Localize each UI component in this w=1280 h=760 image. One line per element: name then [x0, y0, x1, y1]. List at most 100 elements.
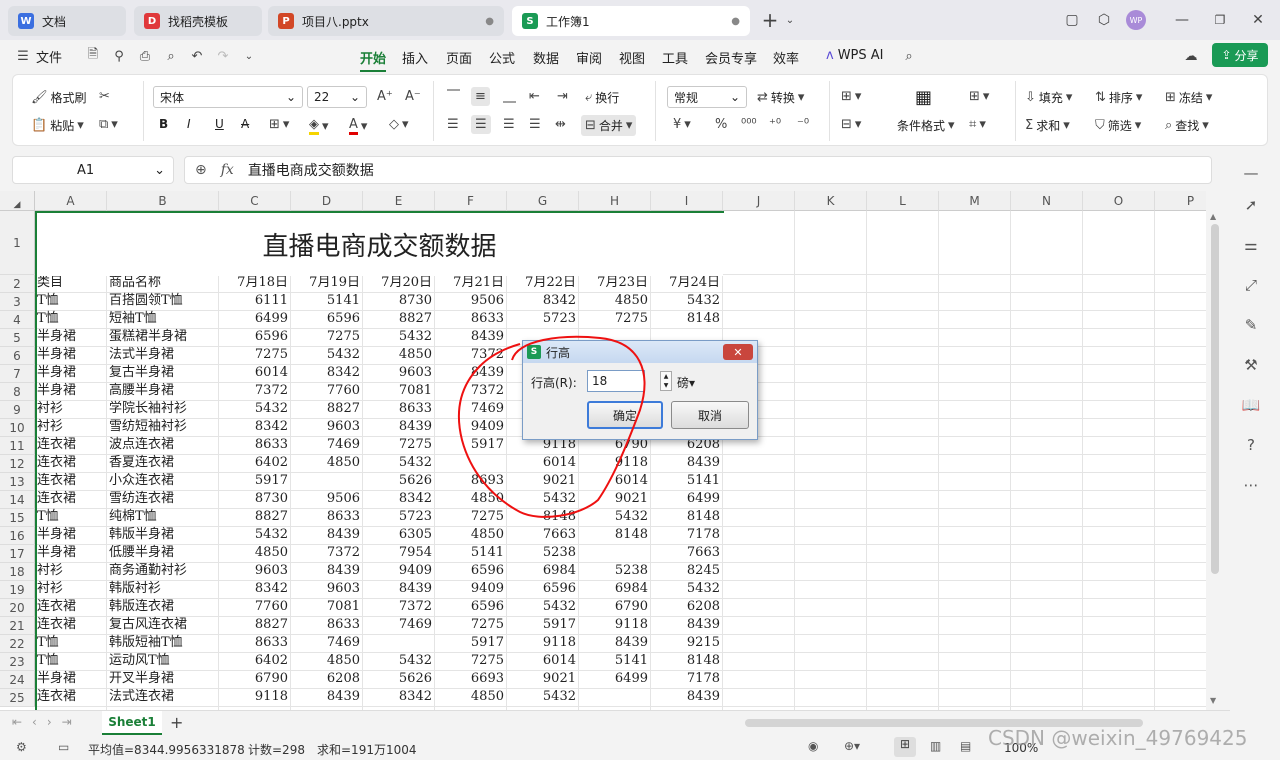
column-header-o[interactable]: O — [1083, 191, 1155, 211]
table-cell[interactable]: 7275 — [437, 508, 507, 526]
table-cell[interactable]: 5432 — [221, 526, 291, 544]
paste-button[interactable]: 📋 粘贴 ▾ — [31, 117, 84, 134]
row-header[interactable]: 12 — [0, 455, 35, 473]
table-cell[interactable]: 5432 — [509, 598, 579, 616]
format-painter-button[interactable]: 🖌 格式刷 — [31, 89, 87, 106]
share-link-icon[interactable]: ⚲ — [110, 47, 128, 65]
table-cell[interactable]: 7954 — [365, 544, 435, 562]
table-cell[interactable]: 韩版衬衫 — [109, 580, 219, 598]
more-chevron-icon[interactable]: ⌄ — [240, 47, 258, 65]
table-cell[interactable]: 6208 — [653, 598, 723, 616]
fx-icon[interactable]: fx — [221, 162, 234, 178]
table-cell[interactable]: 9409 — [437, 580, 507, 598]
table-cell[interactable]: 5917 — [437, 436, 507, 454]
row-header[interactable]: 8 — [0, 383, 35, 401]
table-cell[interactable]: 8633 — [221, 634, 291, 652]
cube-icon[interactable]: ⬡ — [1094, 10, 1114, 30]
merge-button[interactable]: ⊟ 合并 ▾ — [581, 115, 637, 136]
table-cell[interactable]: 6014 — [509, 454, 579, 472]
column-header-p[interactable]: P — [1155, 191, 1206, 211]
select-all-corner[interactable]: ◢ — [0, 191, 35, 211]
formula-input[interactable]: ⊕ fx 直播电商成交额数据 — [184, 156, 1212, 184]
table-cell[interactable]: 7178 — [653, 670, 723, 688]
table-cell[interactable]: 连衣裙 — [37, 436, 107, 454]
menu-wps-ai[interactable]: ᴧ WPS AI — [826, 48, 884, 63]
table-cell[interactable]: 8439 — [293, 688, 363, 706]
table-cell[interactable]: 5141 — [581, 652, 651, 670]
table-cell[interactable]: 8148 — [653, 310, 723, 328]
sum-button[interactable]: Σ 求和 ▾ — [1025, 117, 1070, 134]
table-cell[interactable]: 衬衫 — [37, 580, 107, 598]
row-header[interactable]: 21 — [0, 617, 35, 635]
decrease-indent-button[interactable]: ⇤ — [529, 89, 540, 104]
table-cell[interactable]: 8439 — [365, 580, 435, 598]
decrease-font-button[interactable]: A⁻ — [405, 89, 421, 104]
table-cell[interactable]: 连衣裙 — [37, 472, 107, 490]
row-header[interactable]: 9 — [0, 401, 35, 419]
table-cell[interactable]: 4850 — [437, 526, 507, 544]
close-window-icon[interactable]: ✕ — [1248, 10, 1268, 30]
table-cell[interactable]: 6596 — [293, 310, 363, 328]
table-cell[interactable]: 9118 — [581, 616, 651, 634]
table-cell[interactable]: 波点连衣裙 — [109, 436, 219, 454]
row-header[interactable]: 24 — [0, 671, 35, 689]
column-header-e[interactable]: E — [363, 191, 435, 211]
unit-select[interactable]: 磅▾ — [677, 374, 695, 391]
table-cell[interactable]: 类目 — [37, 274, 107, 292]
conditional-format-icon[interactable]: ▦ — [915, 87, 932, 108]
table-cell[interactable]: 7275 — [221, 346, 291, 364]
table-cell[interactable]: 8439 — [437, 328, 507, 346]
column-header-g[interactable]: G — [507, 191, 579, 211]
table-cell[interactable]: 开叉半身裙 — [109, 670, 219, 688]
row-header[interactable]: 5 — [0, 329, 35, 347]
view-mode-icon[interactable]: ⊕▾ — [844, 739, 860, 753]
row-header[interactable]: 20 — [0, 599, 35, 617]
table-cell[interactable]: 小众连衣裙 — [109, 472, 219, 490]
table-cell[interactable] — [581, 544, 651, 562]
number-format-select[interactable]: 常规 ⌄ — [667, 86, 747, 108]
table-cell[interactable]: T恤 — [37, 652, 107, 670]
table-cell[interactable]: 4850 — [293, 652, 363, 670]
help-icon[interactable]: ? — [1240, 434, 1262, 456]
table-cell[interactable]: 6984 — [509, 562, 579, 580]
table-cell[interactable]: 6111 — [221, 292, 291, 310]
table-cell[interactable]: 连衣裙 — [37, 598, 107, 616]
table-cell[interactable]: 运动风T恤 — [109, 652, 219, 670]
table-cell[interactable]: 8827 — [221, 508, 291, 526]
transform-icon[interactable]: ⤢ — [1240, 274, 1262, 296]
table-cell[interactable]: 8633 — [437, 310, 507, 328]
table-cell[interactable]: 7275 — [437, 652, 507, 670]
table-cell[interactable]: 半身裙 — [37, 526, 107, 544]
table-cell[interactable]: 5917 — [221, 472, 291, 490]
italic-button[interactable]: I — [187, 117, 191, 131]
table-cell[interactable]: 8827 — [365, 310, 435, 328]
strikethrough-button[interactable]: A — [241, 117, 249, 131]
table-cell[interactable]: 5626 — [365, 670, 435, 688]
wrap-text-button[interactable]: ⤶ 换行 — [585, 89, 619, 106]
save-icon[interactable]: 🗎 — [84, 47, 102, 65]
increase-decimal-button[interactable]: ⁺⁰ — [769, 117, 781, 132]
table-cell[interactable]: 7275 — [293, 328, 363, 346]
table-cell[interactable]: 4850 — [437, 688, 507, 706]
table-cell[interactable]: 7178 — [653, 526, 723, 544]
row-header[interactable]: 2 — [0, 275, 35, 293]
avatar[interactable]: WP — [1126, 10, 1146, 30]
row-header[interactable]: 10 — [0, 419, 35, 437]
row-header[interactable]: 16 — [0, 527, 35, 545]
convert-button[interactable]: ⇄ 转换 ▾ — [757, 89, 804, 106]
row-col-style-button[interactable]: ⊞ ▾ — [969, 89, 989, 104]
table-cell[interactable]: 5917 — [437, 634, 507, 652]
table-cell[interactable]: 5432 — [221, 400, 291, 418]
tab-docs[interactable]: W 文档 — [8, 6, 126, 36]
justify-button[interactable]: ☰ — [529, 117, 541, 132]
table-cell[interactable]: T恤 — [37, 310, 107, 328]
bold-button[interactable]: B — [159, 117, 168, 131]
table-cell[interactable]: 6402 — [221, 454, 291, 472]
border-button[interactable]: ⊞ ▾ — [269, 117, 289, 132]
spinner-icon[interactable]: ▲ ▼ — [660, 371, 672, 391]
table-style-button[interactable]: ⊞ ▾ — [841, 89, 861, 104]
align-bottom-button[interactable]: ⎽ — [503, 89, 516, 104]
row-header[interactable]: 19 — [0, 581, 35, 599]
clear-format-button[interactable]: ✂ — [99, 89, 110, 104]
table-cell[interactable]: 6208 — [293, 670, 363, 688]
